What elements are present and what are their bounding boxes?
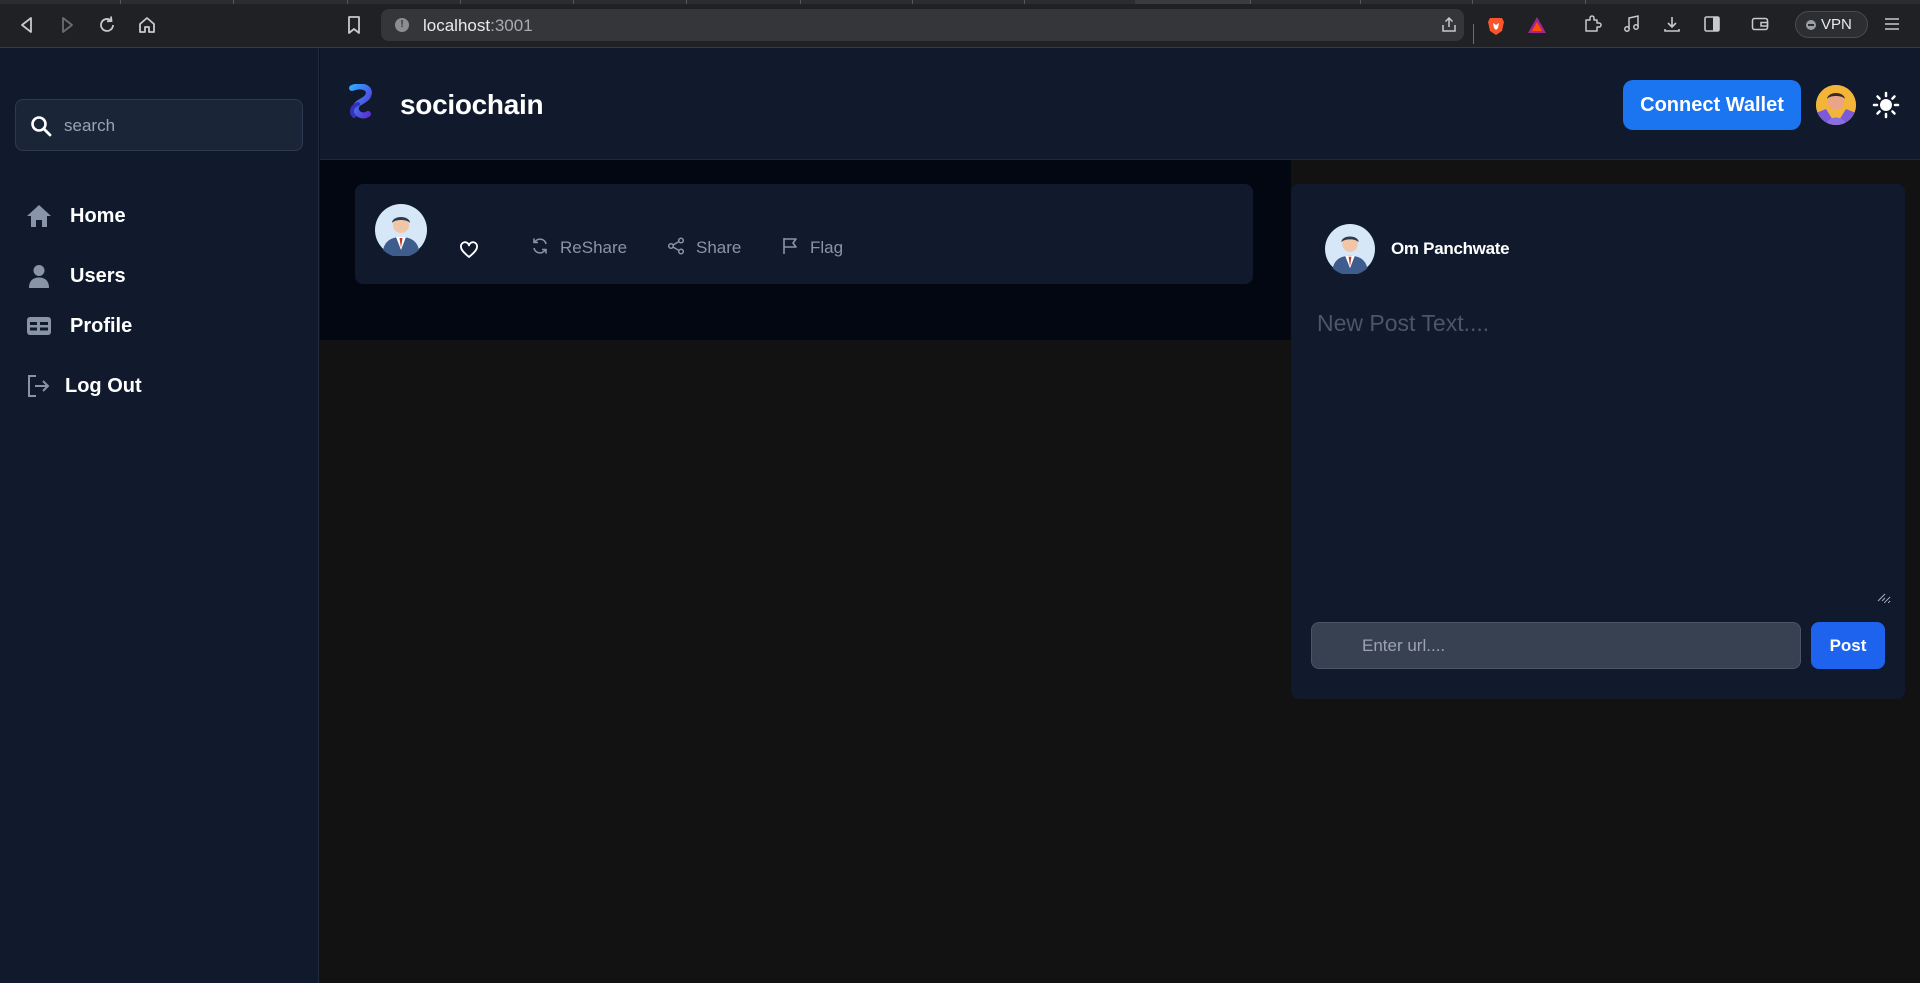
url-text[interactable]: localhost:3001 [423,16,533,36]
tab-strip[interactable] [0,0,1920,4]
avatar[interactable] [1325,224,1375,274]
avatar[interactable] [1816,85,1856,125]
post-text-input[interactable] [1311,304,1891,604]
reshare-icon [530,236,550,256]
sidebar-item-label: Profile [70,315,133,337]
share-icon [666,236,686,256]
theme-toggle-icon[interactable] [1872,91,1900,119]
browser-toolbar: ! localhost:3001 VPN [0,0,1920,48]
post-button[interactable]: Post [1811,622,1885,669]
post-composer: Om Panchwate Post [1291,184,1905,699]
composer-user-name: Om Panchwate [1391,239,1510,258]
sociochain-logo[interactable] [346,84,378,124]
connect-wallet-button[interactable]: Connect Wallet [1623,80,1801,130]
share-page-icon[interactable] [1440,16,1458,34]
wallet-icon[interactable] [1750,14,1770,34]
sidebar-item-label: Log Out [65,375,142,397]
brand-name[interactable]: sociochain [400,89,544,121]
sidebar: Home Users Profile Log Out [0,48,319,983]
logout-icon [26,373,52,399]
vpn-button[interactable]: VPN [1795,11,1868,38]
sidebar-item-profile[interactable]: Profile [26,310,286,342]
url-input[interactable] [1311,622,1801,669]
brave-shields-icon[interactable] [1487,16,1505,35]
app-header: sociochain Connect Wallet [320,48,1920,160]
avatar[interactable] [375,204,427,256]
reload-icon[interactable] [96,14,118,36]
home-icon [26,203,52,229]
flag-icon [780,236,800,256]
downloads-icon[interactable] [1662,14,1682,34]
sidebar-item-label: Home [70,205,126,227]
sidebar-toggle-icon[interactable] [1702,14,1722,34]
site-info-icon[interactable]: ! [395,18,409,32]
vpn-status-icon [1806,20,1816,30]
resize-handle-icon[interactable] [1876,592,1886,602]
search-icon [30,115,52,137]
sidebar-item-logout[interactable]: Log Out [26,370,286,402]
home-browser-icon[interactable] [136,14,158,36]
media-icon[interactable] [1622,14,1642,34]
post-card: ReShare Share Flag [355,184,1253,284]
brave-rewards-icon[interactable] [1527,16,1546,34]
bookmark-icon[interactable] [343,14,365,36]
address-bar[interactable]: ! localhost:3001 [381,9,1546,44]
search-box[interactable] [15,99,303,151]
sidebar-item-users[interactable]: Users [26,260,286,292]
sidebar-item-label: Users [70,265,126,287]
back-icon[interactable] [16,14,38,36]
search-input[interactable] [64,114,284,138]
profile-card-icon [26,313,52,339]
like-heart-icon[interactable] [459,240,479,260]
user-icon [26,263,52,289]
forward-icon[interactable] [56,14,78,36]
extensions-icon[interactable] [1582,14,1602,34]
menu-icon[interactable] [1882,14,1902,34]
sidebar-item-home[interactable]: Home [26,200,286,232]
